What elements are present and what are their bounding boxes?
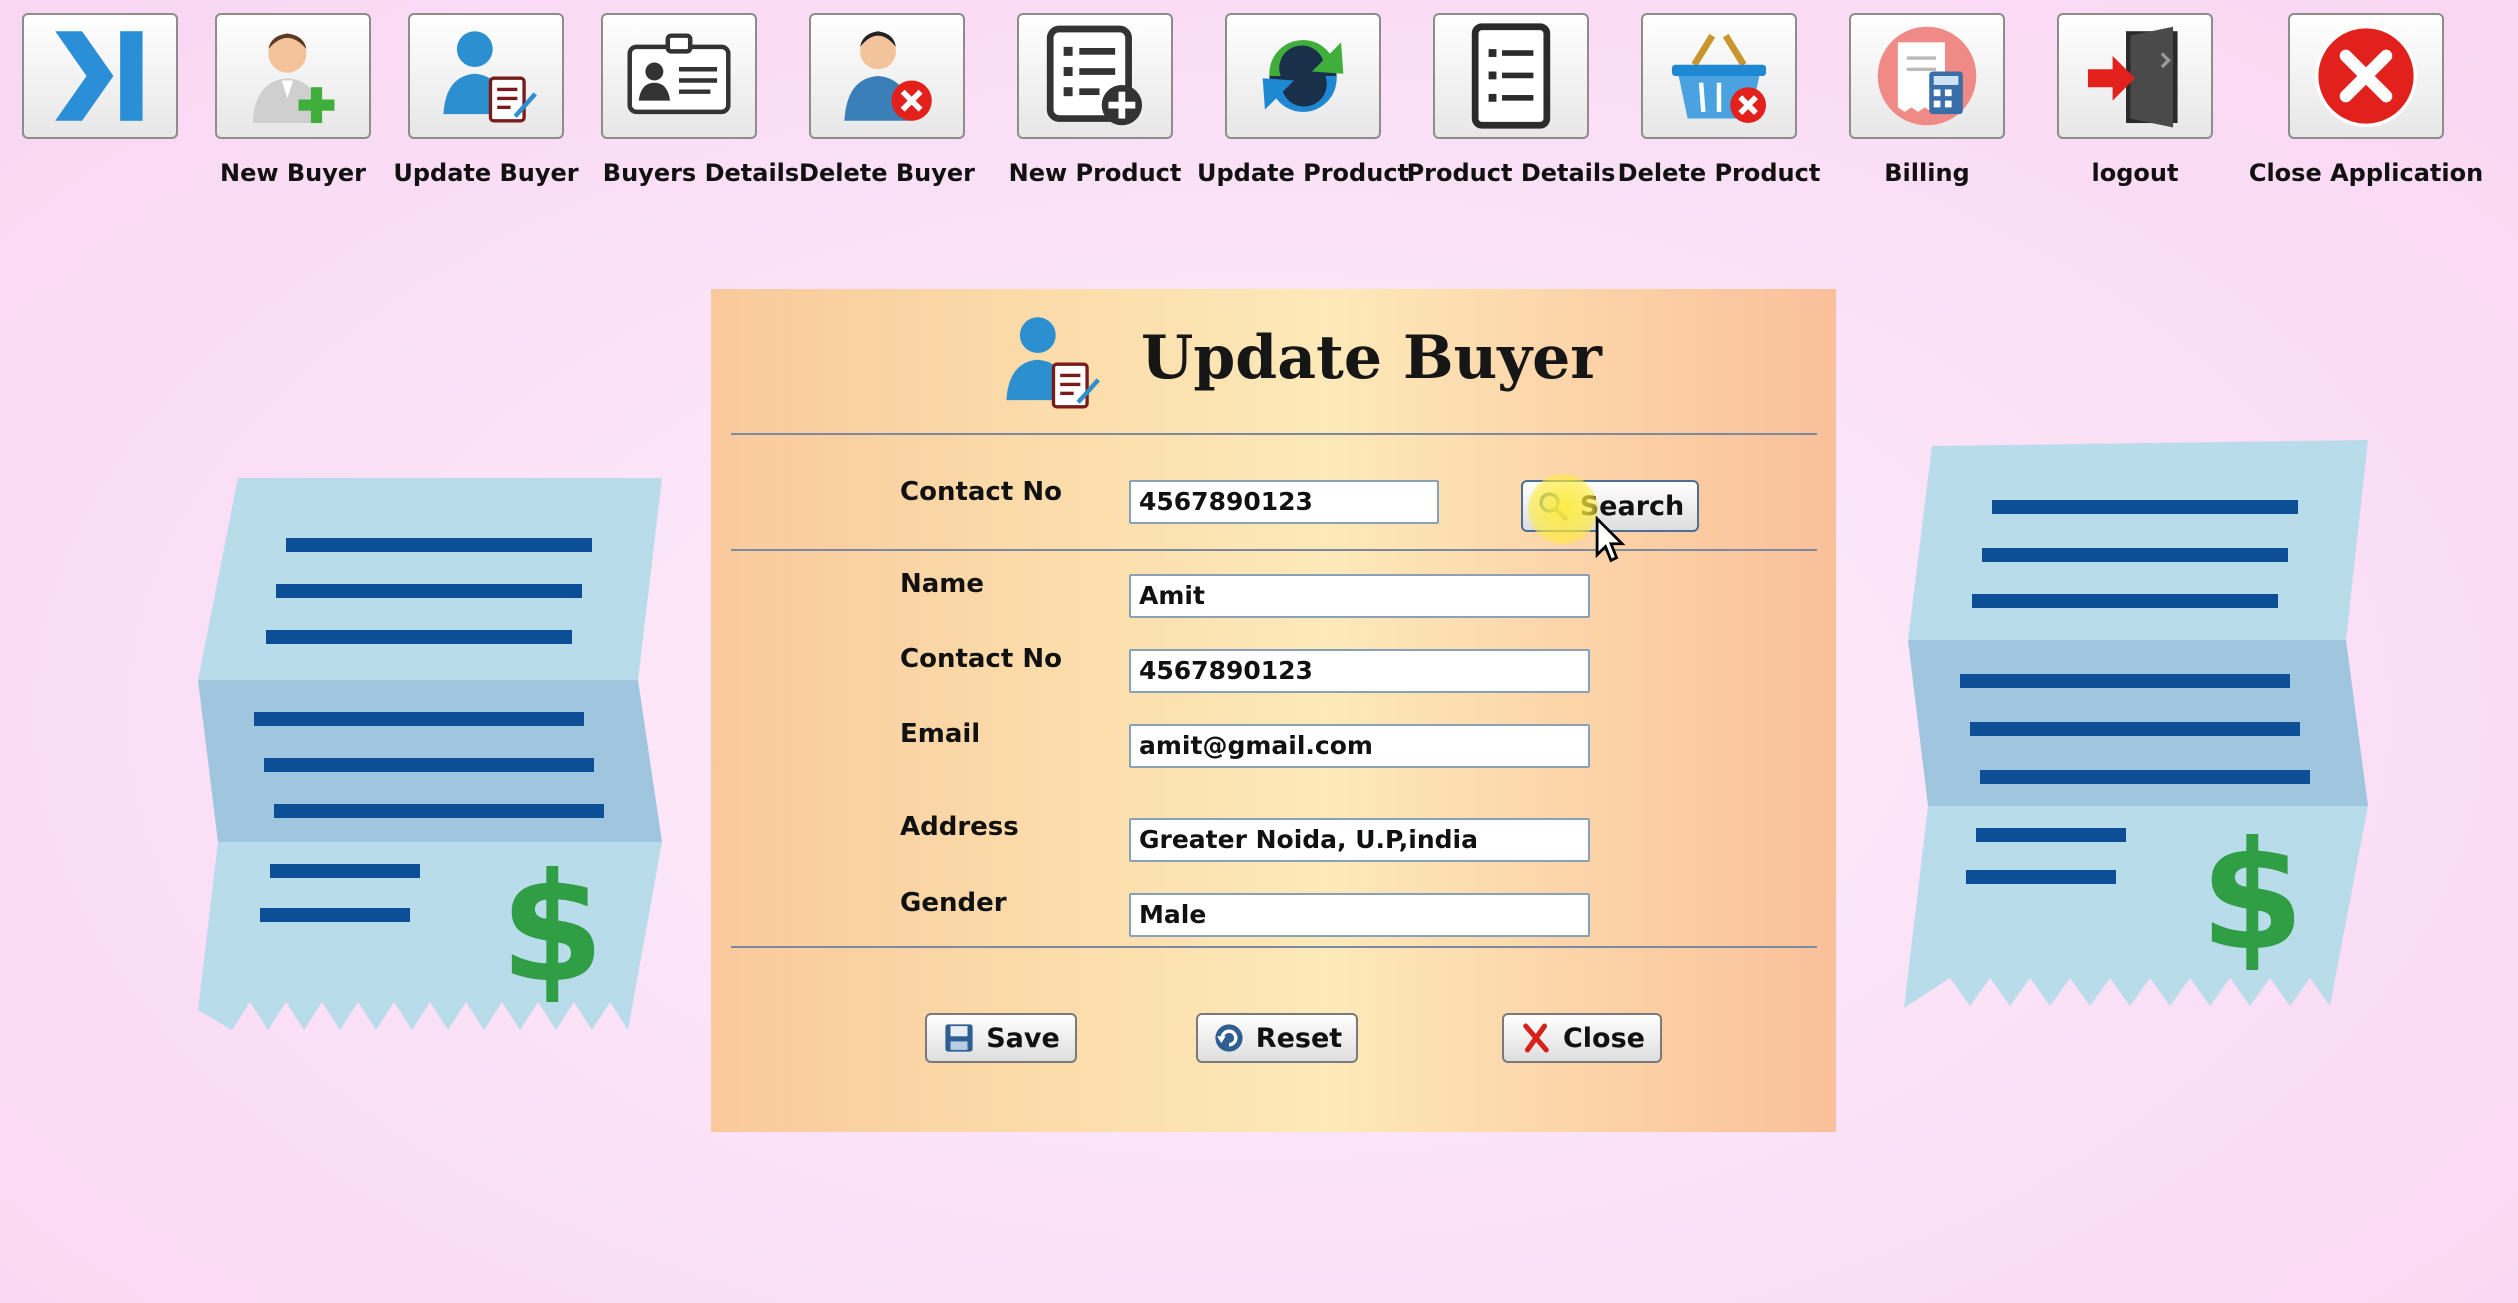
contact-no-field[interactable]: 4567890123 xyxy=(1129,649,1590,693)
add-user-icon xyxy=(252,33,335,124)
search-contact-input[interactable]: 4567890123 xyxy=(1129,480,1439,524)
update-buyer-button[interactable] xyxy=(408,13,564,139)
receipt-illustration-right: $ xyxy=(1904,440,2368,1008)
refresh-icon xyxy=(1262,40,1344,112)
logout-button[interactable] xyxy=(2057,13,2213,139)
billing-button[interactable] xyxy=(1849,13,2005,139)
gender-label: Gender xyxy=(900,888,1007,918)
name-field[interactable]: Amit xyxy=(1129,574,1590,618)
svg-text:$: $ xyxy=(2200,810,2304,984)
basket-delete-icon xyxy=(1671,33,1767,124)
buyers-details-button[interactable] xyxy=(601,13,757,139)
expand-button[interactable] xyxy=(22,13,178,139)
divider xyxy=(731,946,1817,948)
id-card-icon xyxy=(627,33,731,115)
save-button[interactable]: Save xyxy=(925,1013,1077,1063)
update-product-button[interactable] xyxy=(1225,13,1381,139)
update-user-icon xyxy=(1006,317,1100,409)
email-field[interactable]: amit@gmail.com xyxy=(1129,724,1590,768)
logout-door-icon xyxy=(2087,26,2178,128)
update-buyer-panel: Update Buyer Contact No 4567890123 Searc… xyxy=(711,289,1836,1132)
click-highlight xyxy=(1528,474,1598,544)
list-icon xyxy=(1471,23,1551,129)
close-button-label: Close xyxy=(1562,1022,1645,1054)
reset-button[interactable]: Reset xyxy=(1196,1013,1358,1063)
svg-text:$: $ xyxy=(500,842,604,1016)
reset-icon xyxy=(1215,1024,1243,1052)
name-label: Name xyxy=(900,569,985,599)
save-button-label: Save xyxy=(986,1022,1060,1054)
divider xyxy=(731,549,1817,551)
close-button[interactable]: Close xyxy=(1502,1013,1662,1063)
product-details-button[interactable] xyxy=(1433,13,1589,139)
search-contact-label: Contact No xyxy=(900,477,1062,507)
delete-user-icon xyxy=(844,31,932,121)
page-title: Update Buyer xyxy=(1141,323,1602,393)
delete-buyer-button[interactable] xyxy=(809,13,965,139)
add-list-icon xyxy=(1046,25,1143,126)
mouse-pointer-icon xyxy=(1595,516,1626,563)
receipt-illustration-left: $ xyxy=(198,478,662,1030)
new-product-button[interactable] xyxy=(1017,13,1173,139)
delete-product-button[interactable] xyxy=(1641,13,1797,139)
close-icon xyxy=(1523,1023,1549,1053)
contact-no-label: Contact No xyxy=(900,644,1062,674)
divider xyxy=(731,433,1817,435)
address-field[interactable]: Greater Noida, U.P,india xyxy=(1129,818,1590,862)
gender-field[interactable]: Male xyxy=(1129,893,1590,937)
address-label: Address xyxy=(900,812,1019,842)
calculator-receipt-icon xyxy=(1877,26,1977,126)
save-icon xyxy=(945,1024,973,1052)
toolbar-label: Close Application xyxy=(2248,159,2484,187)
new-buyer-button[interactable] xyxy=(215,13,371,139)
reset-button-label: Reset xyxy=(1255,1022,1343,1054)
toolbar-label: logout xyxy=(2091,159,2179,187)
email-label: Email xyxy=(900,719,981,749)
close-application-button[interactable] xyxy=(2288,13,2444,139)
update-user-icon xyxy=(443,31,537,123)
close-circle-icon xyxy=(2315,25,2417,127)
expand-icon xyxy=(55,31,143,121)
